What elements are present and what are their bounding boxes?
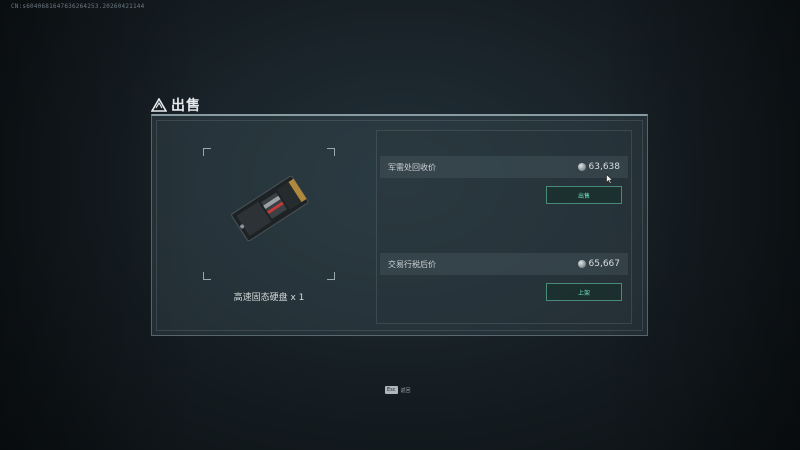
frame-corner (327, 272, 335, 280)
session-watermark: CN:s6040681647636264253.20260421144 (11, 3, 145, 10)
back-hint[interactable]: Esc 返回 (385, 386, 411, 394)
back-label: 返回 (400, 387, 411, 394)
offer-row-recycle: 军需处回收价 63,638 (380, 156, 628, 178)
list-button[interactable]: 上架 (546, 283, 622, 301)
ssd-drive-icon (231, 175, 309, 242)
offer-price-value: 65,667 (588, 259, 621, 269)
offer-label: 交易行税后价 (388, 259, 436, 269)
frame-corner (203, 148, 211, 156)
esc-key-badge: Esc (385, 386, 398, 394)
offer-row-market: 交易行税后价 65,667 (380, 253, 628, 275)
warning-triangle-icon (151, 98, 167, 112)
sell-button[interactable]: 出售 (546, 186, 622, 204)
mouse-cursor-icon (606, 174, 613, 184)
offer-price: 65,667 (577, 259, 621, 269)
frame-corner (327, 148, 335, 156)
item-name: 高速固态硬盘 x 1 (233, 293, 305, 303)
coin-icon (577, 163, 586, 171)
dialog-header: 出售 (151, 96, 201, 114)
offer-price: 63,638 (577, 162, 621, 172)
dialog-title: 出售 (171, 98, 201, 114)
frame-corner (203, 272, 211, 280)
offer-label: 军需处回收价 (388, 162, 436, 172)
coin-icon (577, 260, 586, 268)
offer-price-value: 63,638 (588, 162, 621, 172)
